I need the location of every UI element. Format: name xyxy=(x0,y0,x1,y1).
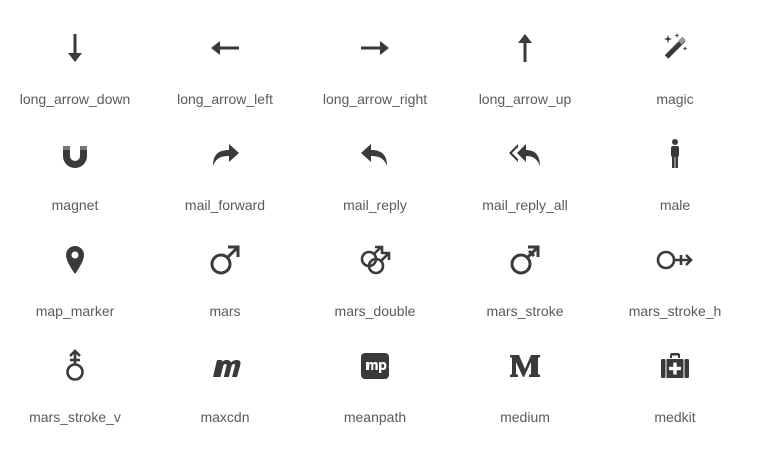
mars-stroke-h-icon xyxy=(655,240,695,280)
icon-cell-map-marker[interactable]: map_marker xyxy=(0,212,150,319)
medium-icon xyxy=(505,346,545,386)
map-marker-icon xyxy=(55,240,95,280)
medkit-icon xyxy=(655,346,695,386)
icon-cell-mail-reply-all[interactable]: mail_reply_all xyxy=(450,106,600,213)
male-icon xyxy=(655,134,695,174)
maxcdn-icon xyxy=(205,346,245,386)
icon-label: meanpath xyxy=(343,409,407,425)
icon-label: maxcdn xyxy=(200,409,250,425)
magic-wand-icon xyxy=(655,28,695,68)
icon-cell-mars-stroke-h[interactable]: mars_stroke_h xyxy=(600,212,750,319)
icon-cell-mail-forward[interactable]: mail_forward xyxy=(150,106,300,213)
icon-cell-mars-double[interactable]: mars_double xyxy=(300,212,450,319)
mars-stroke-icon xyxy=(505,240,545,280)
icon-cell-magnet[interactable]: magnet xyxy=(0,106,150,213)
icon-cell-long-arrow-right[interactable]: long_arrow_right xyxy=(300,0,450,107)
icon-cell-medkit[interactable]: medkit xyxy=(600,318,750,425)
icon-label: medium xyxy=(500,409,550,425)
icon-cell-medium[interactable]: medium xyxy=(450,318,600,425)
mail-reply-all-icon xyxy=(505,134,545,174)
long-arrow-down-icon xyxy=(55,28,95,68)
magnet-icon xyxy=(55,134,95,174)
long-arrow-right-icon xyxy=(355,28,395,68)
mars-double-icon xyxy=(355,240,395,280)
icon-label: mars_stroke_v xyxy=(29,409,121,425)
icon-cell-meanpath[interactable]: meanpath xyxy=(300,318,450,425)
icon-cell-long-arrow-up[interactable]: long_arrow_up xyxy=(450,0,600,107)
icon-cell-maxcdn[interactable]: maxcdn xyxy=(150,318,300,425)
mars-icon xyxy=(205,240,245,280)
meanpath-icon xyxy=(355,346,395,386)
icon-cell-mail-reply[interactable]: mail_reply xyxy=(300,106,450,213)
icon-label: medkit xyxy=(654,409,696,425)
mars-stroke-v-icon xyxy=(55,346,95,386)
long-arrow-left-icon xyxy=(205,28,245,68)
icon-cell-mars-stroke-v[interactable]: mars_stroke_v xyxy=(0,318,150,425)
long-arrow-up-icon xyxy=(505,28,545,68)
icon-cell-magic[interactable]: magic xyxy=(600,0,750,107)
icon-cell-mars[interactable]: mars xyxy=(150,212,300,319)
icon-cell-long-arrow-down[interactable]: long_arrow_down xyxy=(0,0,150,107)
icon-cell-male[interactable]: male xyxy=(600,106,750,213)
icon-grid: long_arrow_down long_arrow_left long_arr… xyxy=(0,0,768,449)
mail-forward-icon xyxy=(205,134,245,174)
icon-cell-mars-stroke[interactable]: mars_stroke xyxy=(450,212,600,319)
mail-reply-icon xyxy=(355,134,395,174)
icon-cell-long-arrow-left[interactable]: long_arrow_left xyxy=(150,0,300,107)
